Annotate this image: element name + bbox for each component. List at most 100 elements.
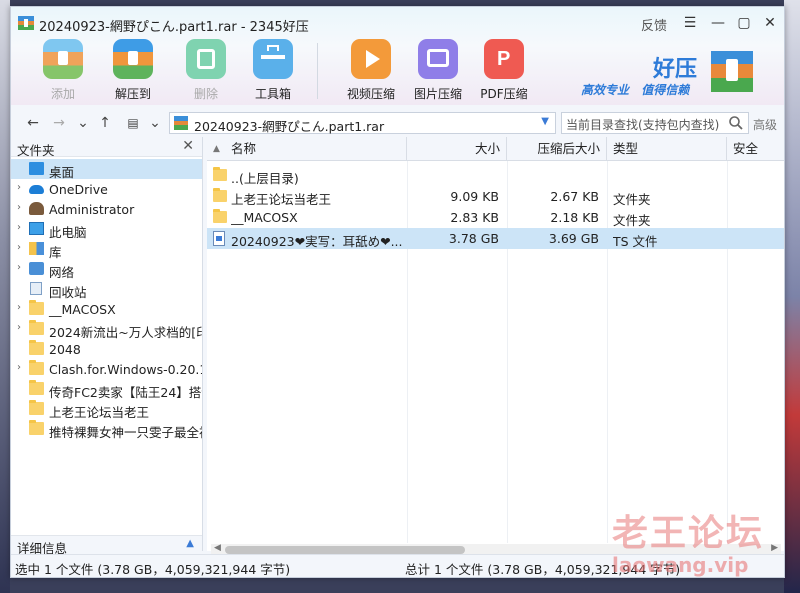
maximize-button[interactable]: ▢ [733, 13, 755, 33]
expand-arrow-icon[interactable]: › [17, 182, 21, 193]
column-header-size[interactable]: 大小 [407, 137, 507, 161]
video-compress-button[interactable]: 视频压缩 [343, 39, 399, 102]
folder-icon [29, 300, 44, 315]
add-button[interactable]: 添加 [35, 39, 91, 102]
file-row-parent[interactable]: ..(上层目录) [207, 165, 784, 186]
search-input[interactable]: 当前目录查找(支持包内查找) [561, 112, 749, 134]
sort-up-icon: ▲ [213, 144, 220, 154]
file-name: ..(上层目录) [231, 171, 299, 186]
file-name: 20240923❤実写：耳舐め❤... [231, 234, 403, 249]
tree-item-network[interactable]: › 网络 [11, 259, 202, 279]
app-logo-icon [18, 16, 34, 30]
brand-slogan-1: 高效专业 [581, 83, 630, 97]
computer-icon [29, 222, 44, 235]
tree-item-label: Clash.for.Windows-0.20.16 [49, 362, 202, 377]
archive-add-icon [43, 39, 83, 79]
up-arrow-icon[interactable]: ↑ [95, 113, 115, 133]
toolbar-divider [317, 43, 318, 99]
tree-item-folder[interactable]: 推特裸舞女神一只雯子最全视 [11, 419, 202, 439]
minimize-button[interactable]: — [707, 13, 729, 33]
video-compress-icon [351, 39, 391, 79]
expand-arrow-icon[interactable]: › [17, 362, 21, 373]
tree-item-folder[interactable]: › __MACOSX [11, 299, 202, 319]
tree-item-folder[interactable]: 2048 [11, 339, 202, 359]
tree-item-administrator[interactable]: › Administrator [11, 199, 202, 219]
path-text: 20240923-網野ぴこん.part1.rar [194, 119, 385, 134]
folder-icon [29, 420, 44, 435]
expand-arrow-icon[interactable]: › [17, 222, 21, 233]
file-type: 文件夹 [613, 192, 651, 207]
toolbox-label: 工具箱 [254, 87, 291, 101]
archive-icon [174, 116, 188, 130]
tree-item-folder[interactable]: 传奇FC2卖家【陆王24】搭讪 [11, 379, 202, 399]
desktop-icon [29, 162, 44, 175]
column-header-name[interactable]: ▲ 名称 [207, 137, 407, 161]
expand-arrow-icon[interactable]: › [17, 302, 21, 313]
tree-item-label: 网络 [49, 265, 75, 279]
tree-item-recycle-bin[interactable]: 回收站 [11, 279, 202, 299]
close-button[interactable]: ✕ [759, 13, 781, 33]
forward-arrow-icon[interactable]: → [49, 113, 69, 133]
tree-item-this-pc[interactable]: › 此电脑 [11, 219, 202, 239]
expand-arrow-icon[interactable]: › [17, 202, 21, 213]
user-icon [29, 202, 44, 215]
expand-arrow-icon[interactable]: › [17, 322, 21, 333]
details-panel-toggle[interactable]: 详细信息 ▲ [11, 535, 202, 556]
file-packed-size: 3.69 GB [548, 231, 599, 246]
tree-item-label: 传奇FC2卖家【陆王24】搭讪 [49, 385, 202, 399]
back-arrow-icon[interactable]: ← [23, 113, 43, 133]
folder-panel-header: 文件夹 ✕ [11, 137, 202, 158]
cloud-icon [29, 185, 44, 194]
file-row[interactable]: 上老王论坛当老王 9.09 KB 2.67 KB 文件夹 [207, 186, 784, 207]
column-header-security[interactable]: 安全 [727, 137, 784, 161]
scrollbar-thumb[interactable] [225, 546, 465, 554]
tree-item-folder[interactable]: › 2024新流出~万人求档的[印 [11, 319, 202, 339]
path-dropdown-icon[interactable]: ▼ [541, 116, 549, 127]
folder-icon [29, 400, 44, 415]
file-name: 上老王论坛当老王 [231, 192, 332, 207]
expand-arrow-icon[interactable]: › [17, 242, 21, 253]
pdf-compress-button[interactable]: P PDF压缩 [476, 39, 532, 102]
scroll-right-icon[interactable]: ▶ [771, 543, 778, 553]
file-row[interactable]: __MACOSX 2.83 KB 2.18 KB 文件夹 [207, 207, 784, 228]
file-packed-size: 2.18 KB [550, 210, 599, 225]
tree-item-desktop[interactable]: 桌面 [11, 159, 202, 179]
column-header-type[interactable]: 类型 [607, 137, 727, 161]
tree-item-library[interactable]: › 库 [11, 239, 202, 259]
feedback-link[interactable]: 反馈 [641, 15, 667, 34]
expand-arrow-icon[interactable]: › [17, 262, 21, 273]
column-label: 类型 [613, 141, 639, 156]
toolbox-button[interactable]: 工具箱 [245, 39, 301, 102]
scroll-left-icon[interactable]: ◀ [214, 543, 221, 553]
video-file-icon [213, 231, 225, 246]
close-icon[interactable]: ✕ [182, 138, 194, 154]
view-dropdown-icon[interactable]: ⌄ [145, 113, 165, 133]
file-size: 2.83 KB [450, 210, 499, 225]
tree-item-folder[interactable]: 上老王论坛当老王 [11, 399, 202, 419]
tree-item-onedrive[interactable]: › OneDrive [11, 179, 202, 199]
navigation-bar: ← → ⌄ ↑ ▤ ⌄ 20240923-網野ぴこん.part1.rar ▼ 当… [11, 110, 784, 136]
recycle-bin-icon [30, 282, 42, 295]
file-row-selected[interactable]: 20240923❤実写：耳舐め❤... 3.78 GB 3.69 GB TS 文… [207, 228, 784, 249]
search-icon[interactable] [728, 115, 744, 131]
advanced-search-link[interactable]: 高级 [753, 116, 777, 133]
library-icon [29, 242, 44, 255]
column-label: 压缩后大小 [537, 141, 600, 156]
folder-icon [29, 380, 44, 395]
menu-button[interactable]: ☰ [679, 13, 701, 33]
tree-item-label: 2024新流出~万人求档的[印 [49, 325, 202, 339]
file-list: ▲ 名称 大小 压缩后大小 类型 安全 ..(上层目录) 上老王论坛当老王 9.… [207, 137, 784, 556]
extract-button[interactable]: 解压到 [105, 39, 161, 102]
search-placeholder: 当前目录查找(支持包内查找) [566, 118, 720, 132]
folder-icon [213, 188, 227, 202]
image-compress-button[interactable]: 图片压缩 [410, 39, 466, 102]
path-box[interactable]: 20240923-網野ぴこん.part1.rar ▼ [169, 112, 556, 134]
tree-item-label: __MACOSX [49, 302, 116, 317]
view-mode-icon[interactable]: ▤ [123, 113, 143, 133]
column-header-packed-size[interactable]: 压缩后大小 [507, 137, 607, 161]
delete-button[interactable]: 删除 [178, 39, 234, 102]
chevron-up-icon[interactable]: ▲ [186, 538, 194, 549]
tree-item-folder[interactable]: › Clash.for.Windows-0.20.16 [11, 359, 202, 379]
forward-dropdown-icon[interactable]: ⌄ [73, 113, 93, 133]
folder-panel: 文件夹 ✕ 桌面 › OneDrive › Administrator › 此电… [11, 137, 203, 556]
